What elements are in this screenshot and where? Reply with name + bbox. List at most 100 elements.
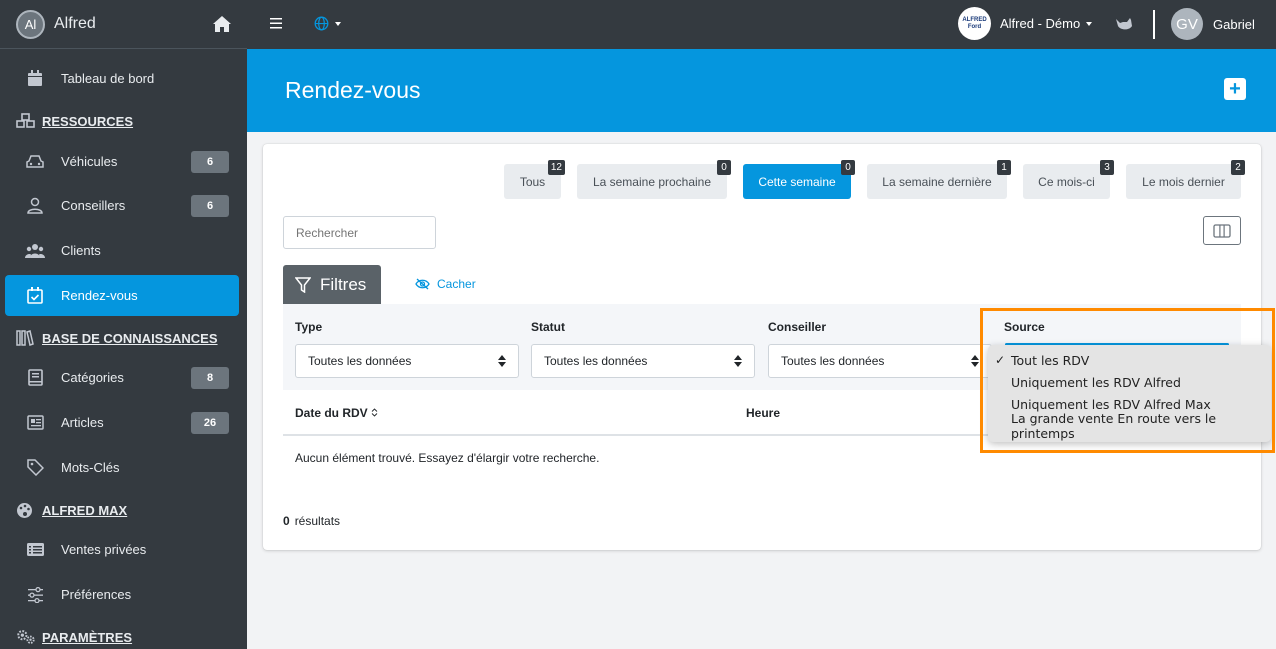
plus-icon: + [1229, 77, 1241, 100]
sidebar-item-label: Catégories [61, 370, 124, 385]
highlight-box [980, 308, 1275, 453]
type-select[interactable]: Toutes les données [295, 344, 519, 378]
filters-label: Filtres [320, 274, 367, 294]
empty-message: Aucun élément trouvé. Essayez d'élargir … [295, 451, 600, 465]
tab-label: La semaine dernière [882, 174, 992, 189]
section-base-connaissances[interactable]: BASE DE CONNAISSANCES [16, 326, 218, 350]
results-number: 0 [283, 514, 290, 528]
sidebar-item-label: Rendez-vous [61, 288, 138, 303]
home-icon[interactable] [212, 15, 232, 33]
sidebar-item-categories[interactable]: Catégories 8 [5, 357, 239, 398]
avatar: GV [1171, 8, 1203, 40]
library-icon [16, 329, 36, 347]
conseiller-select[interactable]: Toutes les données [768, 344, 992, 378]
sidebar-item-ventes-privees[interactable]: Ventes privées [5, 529, 239, 570]
section-label: BASE DE CONNAISSANCES [42, 330, 218, 346]
section-label: ALFRED MAX [42, 502, 128, 518]
topbar: ALFRED Ford Alfred - Démo GV Gabriel [247, 0, 1276, 49]
count-badge: 6 [191, 194, 229, 217]
chevron-down-icon [335, 21, 341, 26]
sidebar-item-label: Véhicules [61, 154, 118, 169]
sidebar-item-label: Clients [61, 243, 101, 258]
tab-label: La semaine prochaine [592, 174, 712, 189]
count-badge: 6 [191, 150, 229, 173]
eye-slash-icon [415, 278, 430, 290]
sidebar-item-clients[interactable]: Clients [5, 230, 239, 271]
app-logo: Al [16, 9, 45, 39]
list-icon [25, 541, 45, 559]
filter-icon [295, 276, 311, 293]
sort-arrows-icon [498, 355, 506, 367]
sidebar-item-conseillers[interactable]: Conseillers 6 [5, 185, 239, 226]
header-label: Date du RDV [295, 406, 368, 420]
count-badge: 2 [1231, 160, 1245, 175]
hamburger-menu-icon[interactable] [270, 16, 282, 30]
tab-label: Ce mois-ci [1038, 174, 1095, 189]
filter-type: Type Toutes les données [295, 320, 519, 378]
count-badge: 0 [841, 160, 855, 175]
tab-label: Tous [519, 174, 546, 189]
statut-select[interactable]: Toutes les données [531, 344, 755, 378]
filters-button[interactable]: Filtres [283, 265, 381, 304]
columns-toggle-button[interactable] [1203, 216, 1241, 245]
count-badge: 1 [997, 160, 1011, 175]
cubes-icon [16, 112, 36, 130]
tab-label: Cette semaine [758, 174, 836, 189]
tab-mois-dernier[interactable]: Le mois dernier 2 [1126, 160, 1245, 199]
sidebar-item-rendez-vous[interactable]: Rendez-vous [5, 275, 239, 316]
sidebar-item-label: Articles [61, 415, 104, 430]
section-label: PARAMÈTRES [42, 629, 133, 645]
sliders-icon [25, 586, 45, 604]
section-parametres[interactable]: PARAMÈTRES [16, 625, 132, 649]
user-name: Gabriel [1213, 16, 1255, 32]
sidebar-item-label: Mots-Clés [61, 460, 120, 475]
filter-statut: Statut Toutes les données [531, 320, 755, 378]
tab-ce-mois-ci[interactable]: Ce mois-ci 3 [1023, 160, 1114, 199]
user-icon [25, 197, 45, 215]
page-header: Rendez-vous + [247, 49, 1276, 132]
newspaper-icon [25, 414, 45, 432]
tab-tous[interactable]: Tous 12 [504, 160, 565, 199]
sidebar-item-label: Conseillers [61, 198, 126, 213]
sidebar-item-vehicules[interactable]: Véhicules 6 [5, 141, 239, 182]
topbar-divider [1153, 10, 1155, 39]
language-dropdown[interactable] [314, 16, 341, 31]
tab-semaine-derniere[interactable]: La semaine dernière 1 [867, 160, 1011, 199]
sidebar-item-articles[interactable]: Articles 26 [5, 402, 239, 443]
sidebar-item-mots-cles[interactable]: Mots-Clés [5, 447, 239, 488]
columns-icon [1213, 223, 1231, 238]
hide-filters-link[interactable]: Cacher [415, 277, 476, 291]
user-menu[interactable]: GV Gabriel [1171, 8, 1255, 40]
search-input[interactable] [283, 216, 436, 249]
cat-icon[interactable] [1115, 16, 1133, 32]
tag-icon [25, 459, 45, 477]
palette-icon [16, 501, 36, 519]
users-icon [25, 242, 45, 260]
globe-icon [314, 16, 329, 31]
chevron-down-icon [1086, 21, 1093, 26]
column-header-heure[interactable]: Heure [746, 406, 780, 420]
tab-semaine-prochaine[interactable]: La semaine prochaine 0 [577, 160, 731, 199]
filter-label: Type [295, 320, 323, 334]
tab-label: Le mois dernier [1142, 174, 1225, 189]
add-button[interactable]: + [1224, 78, 1246, 100]
select-value: Toutes les données [544, 354, 648, 368]
column-header-date[interactable]: Date du RDV [295, 406, 378, 420]
dealer-switcher[interactable]: ALFRED Ford Alfred - Démo [958, 7, 1093, 40]
results-label: résultats [294, 514, 341, 528]
sort-icon [371, 408, 378, 417]
dealer-name: Alfred - Démo [1000, 16, 1081, 31]
sidebar-item-dashboard[interactable]: Tableau de bord [5, 58, 239, 99]
dealer-logo: ALFRED Ford [958, 7, 991, 40]
sidebar-item-preferences[interactable]: Préférences [5, 574, 239, 615]
page-title: Rendez-vous [285, 77, 421, 103]
filter-label: Statut [531, 320, 565, 334]
tab-cette-semaine[interactable]: Cette semaine 0 [743, 160, 855, 199]
count-badge: 3 [1100, 160, 1114, 175]
calendar-icon [25, 70, 45, 88]
filter-label: Conseiller [768, 320, 827, 334]
brand[interactable]: Al Alfred [0, 0, 247, 49]
section-alfred-max[interactable]: ALFRED MAX [16, 498, 127, 522]
sidebar-item-label: Préférences [61, 587, 132, 602]
section-ressources[interactable]: RESSOURCES [16, 109, 133, 133]
